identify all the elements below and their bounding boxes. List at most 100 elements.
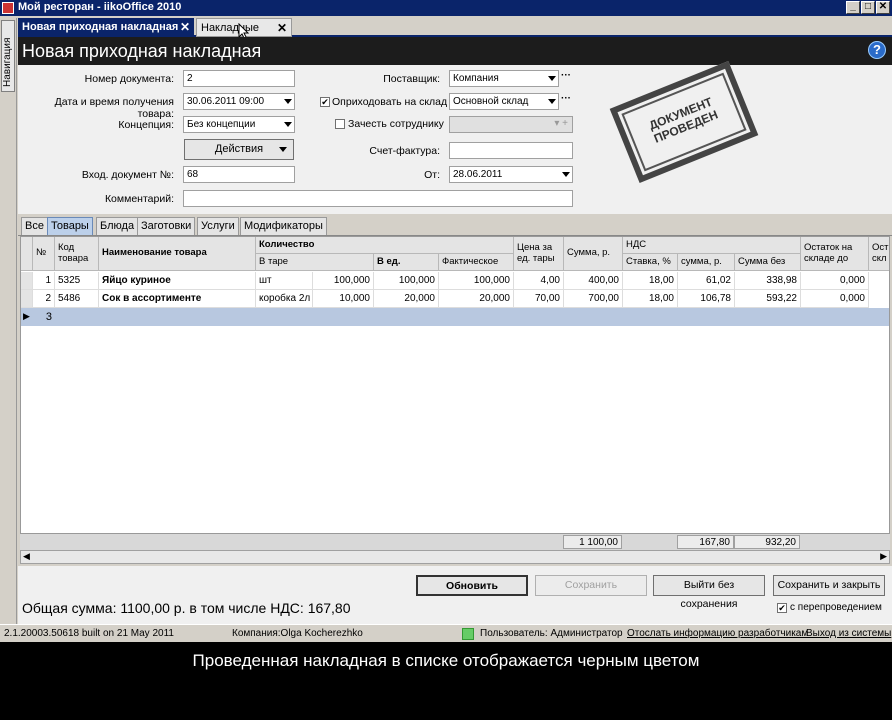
scroll-left-icon[interactable]: ◀: [23, 551, 30, 562]
from-date-value: 28.06.2011: [453, 169, 503, 180]
chevron-down-icon[interactable]: [548, 99, 556, 104]
new-table-row[interactable]: ▶ 3: [21, 308, 889, 326]
chevron-down-icon[interactable]: [548, 76, 556, 81]
invoice-field[interactable]: [449, 142, 573, 159]
navigation-label: Навигация: [2, 37, 13, 87]
send-info-link[interactable]: Отослать информацию разработчикам: [627, 628, 808, 639]
cell-name[interactable]: Сок в ассортименте: [99, 290, 256, 308]
cell-actual[interactable]: 100,000: [439, 272, 514, 290]
column-header-rest-after[interactable]: Ост скл: [869, 237, 889, 271]
incoming-doc-field[interactable]: 68: [183, 166, 295, 183]
concept-select[interactable]: Без концепции: [183, 116, 295, 133]
cell-price[interactable]: 70,00: [514, 290, 564, 308]
cell-vat-sum[interactable]: 61,02: [678, 272, 735, 290]
datetime-value: 30.06.2011 09:00: [187, 96, 265, 107]
column-header-actual[interactable]: Фактическое: [439, 254, 514, 271]
logout-link[interactable]: Выход из системы: [806, 628, 891, 639]
column-header-in-pack[interactable]: В таре: [256, 254, 374, 271]
cell-code[interactable]: 5325: [55, 272, 99, 290]
close-icon[interactable]: ✕: [180, 20, 190, 34]
cell-vat-sum[interactable]: 106,78: [678, 290, 735, 308]
column-header-quantity: Количество: [256, 237, 514, 254]
connection-status-icon: [462, 628, 474, 640]
help-icon[interactable]: ?: [868, 41, 886, 59]
warehouse-value: Основной склад: [453, 96, 529, 107]
tab-preparations[interactable]: Заготовки: [137, 217, 196, 235]
chevron-down-icon[interactable]: [284, 99, 292, 104]
post-to-warehouse-checkbox[interactable]: ✔: [320, 97, 330, 107]
cell-sum[interactable]: 700,00: [564, 290, 623, 308]
refresh-button[interactable]: Обновить: [416, 575, 528, 596]
cell-sum[interactable]: 400,00: [564, 272, 623, 290]
column-header-in-units[interactable]: В ед.: [374, 254, 439, 271]
maximize-button[interactable]: □: [861, 1, 875, 14]
cell-rest[interactable]: 0,000: [801, 272, 869, 290]
video-caption: Проведенная накладная в списке отображае…: [0, 642, 892, 720]
comment-field[interactable]: [183, 190, 573, 207]
navigation-tab[interactable]: Навигация: [1, 20, 15, 92]
supplier-more-button[interactable]: ···: [559, 70, 573, 87]
total-amount: Общая сумма: 1100,00 р. в том числе НДС:…: [22, 600, 351, 616]
close-icon[interactable]: ✕: [277, 21, 287, 35]
cell-vat-rate[interactable]: 18,00: [623, 272, 678, 290]
footer-sum: 1 100,00: [563, 535, 622, 549]
chevron-down-icon[interactable]: [562, 172, 570, 177]
actions-button[interactable]: Действия: [184, 139, 294, 160]
comment-label: Комментарий:: [104, 193, 174, 205]
from-date-field[interactable]: 28.06.2011: [449, 166, 573, 183]
cell-sum-without-vat[interactable]: 593,22: [735, 290, 801, 308]
column-header-num[interactable]: №: [33, 237, 55, 271]
column-header-rest-before[interactable]: Остаток на складе до: [801, 237, 869, 271]
from-label: От:: [424, 169, 440, 181]
cell-pack-qty[interactable]: 10,000: [313, 290, 374, 308]
cell-price[interactable]: 4,00: [514, 272, 564, 290]
supplier-select[interactable]: Компания: [449, 70, 559, 87]
row-indicator[interactable]: [21, 272, 33, 290]
datetime-field[interactable]: 30.06.2011 09:00: [183, 93, 295, 110]
column-header-name[interactable]: Наименование товара: [99, 237, 256, 271]
tab-dishes[interactable]: Блюда: [96, 217, 139, 235]
cell-num[interactable]: 3: [33, 311, 55, 323]
cell-actual[interactable]: 20,000: [439, 290, 514, 308]
cell-sum-without-vat[interactable]: 338,98: [735, 272, 801, 290]
cell-rest[interactable]: 0,000: [801, 290, 869, 308]
tab-goods[interactable]: Товары: [47, 217, 93, 235]
cell-units[interactable]: 20,000: [374, 290, 439, 308]
document-posted-stamp: ДОКУМЕНТ ПРОВЕДЕН: [609, 60, 759, 184]
item-type-tabs: Все Товары Блюда Заготовки Услуги Модифи…: [18, 214, 892, 236]
cell-name[interactable]: Яйцо куриное: [99, 272, 256, 290]
tab-services[interactable]: Услуги: [197, 217, 239, 235]
row-indicator[interactable]: [21, 290, 33, 308]
column-header-sum[interactable]: Сумма, р.: [564, 237, 623, 271]
cell-pack-qty[interactable]: 100,000: [313, 272, 374, 290]
cell-code[interactable]: 5486: [55, 290, 99, 308]
build-info: 2.1.20003.50618 built on 21 May 2011: [4, 628, 174, 639]
credit-employee-checkbox[interactable]: [335, 119, 345, 129]
chevron-down-icon[interactable]: [284, 122, 292, 127]
cell-units[interactable]: 100,000: [374, 272, 439, 290]
minimize-button[interactable]: _: [846, 1, 860, 14]
column-header-code[interactable]: Код товара: [55, 237, 99, 271]
column-header-vat-rate[interactable]: Ставка, %: [623, 254, 678, 271]
column-header-vat-sum[interactable]: сумма, р.: [678, 254, 735, 271]
cell-num[interactable]: 2: [33, 290, 55, 308]
warehouse-more-button[interactable]: ···: [559, 93, 573, 110]
save-and-close-button[interactable]: Сохранить и закрыть: [773, 575, 885, 596]
cell-num[interactable]: 1: [33, 272, 55, 290]
tab-all[interactable]: Все: [21, 217, 48, 235]
cell-pack[interactable]: коробка 2л: [256, 290, 313, 308]
incoming-doc-label: Вход. документ №:: [81, 169, 174, 181]
horizontal-scrollbar[interactable]: ◀ ▶: [20, 550, 890, 564]
cell-pack[interactable]: шт: [256, 272, 313, 290]
cell-vat-rate[interactable]: 18,00: [623, 290, 678, 308]
column-header-price[interactable]: Цена за ед. тары: [514, 237, 564, 271]
scroll-right-icon[interactable]: ▶: [880, 551, 887, 562]
column-header-sum-without-vat[interactable]: Сумма без: [735, 254, 801, 271]
doc-number-field[interactable]: 2: [183, 70, 295, 87]
tab-modifiers[interactable]: Модификаторы: [240, 217, 327, 235]
repost-checkbox[interactable]: ✔: [777, 603, 787, 613]
exit-without-saving-button[interactable]: Выйти без сохранения: [653, 575, 765, 610]
tab-new-invoice[interactable]: Новая приходная накладная ✕: [18, 18, 194, 37]
warehouse-select[interactable]: Основной склад: [449, 93, 559, 110]
close-window-button[interactable]: ✕: [876, 1, 890, 14]
